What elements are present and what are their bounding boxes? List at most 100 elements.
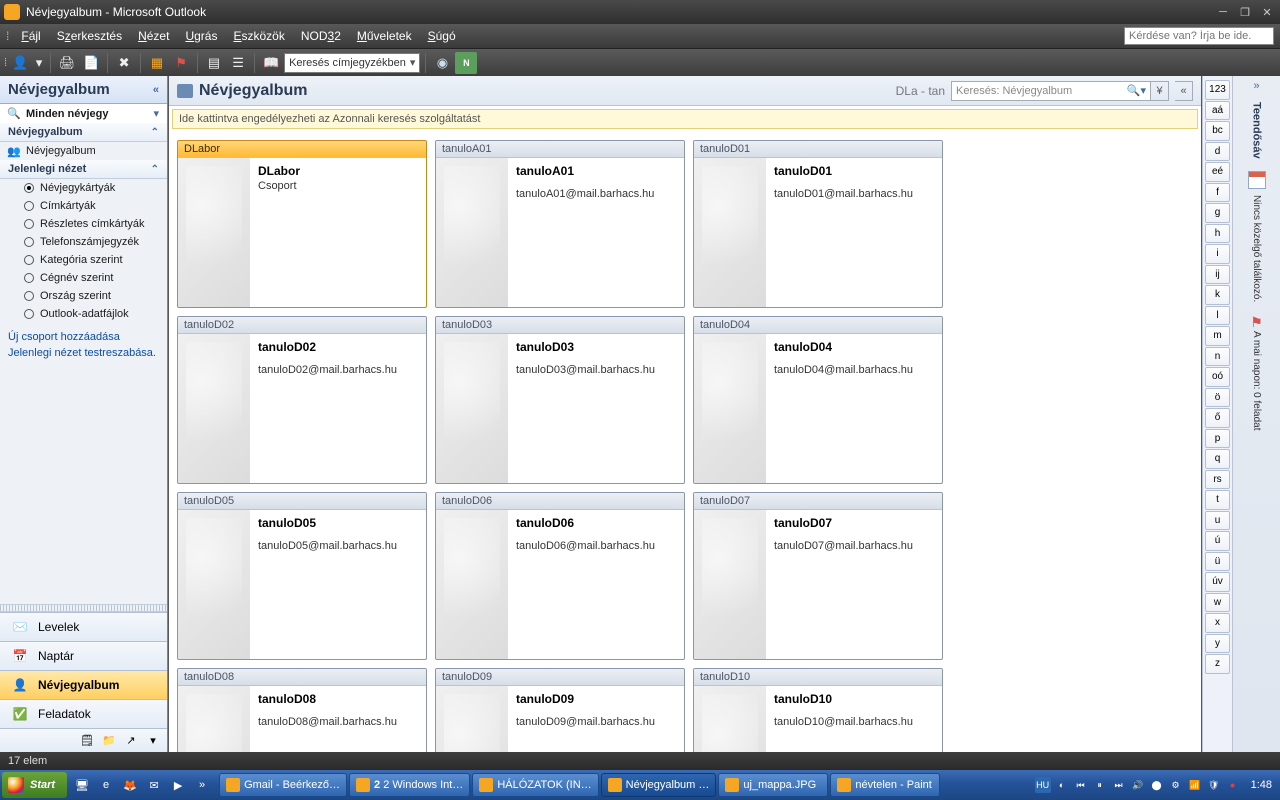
nav-splitter[interactable] xyxy=(0,604,167,612)
search-options-button[interactable]: ¥ xyxy=(1151,81,1169,101)
new-dropdown-button[interactable]: ▾ xyxy=(33,52,45,74)
contact-card[interactable]: tanuloD01tanuloD01tanuloD01@mail.barhacs… xyxy=(693,140,943,308)
contact-card[interactable]: tanuloD09tanuloD09tanuloD09@mail.barhacs… xyxy=(435,668,685,752)
alpha-ij[interactable]: ij xyxy=(1205,265,1230,285)
alpha-ö[interactable]: ö xyxy=(1205,388,1230,408)
alpha-aá[interactable]: aá xyxy=(1205,101,1230,121)
alpha-ő[interactable]: ő xyxy=(1205,408,1230,428)
start-button[interactable]: Start xyxy=(2,772,67,798)
alpha-w[interactable]: w xyxy=(1205,593,1230,613)
lang-indicator[interactable]: HU xyxy=(1035,777,1051,793)
mail-nav-button[interactable]: ✉️Levelek xyxy=(0,612,167,641)
alpha-t[interactable]: t xyxy=(1205,490,1230,510)
alpha-ú[interactable]: ú xyxy=(1205,531,1230,551)
alpha-p[interactable]: p xyxy=(1205,429,1230,449)
alpha-rs[interactable]: rs xyxy=(1205,470,1230,490)
configure-buttons[interactable]: ▾ xyxy=(145,733,161,749)
alpha-x[interactable]: x xyxy=(1205,613,1230,633)
alpha-g[interactable]: g xyxy=(1205,203,1230,223)
outlook-icon[interactable]: ✉ xyxy=(143,773,165,797)
alpha-n[interactable]: n xyxy=(1205,347,1230,367)
expand-todobar-button[interactable]: » xyxy=(1253,80,1259,92)
addressbook-search-input[interactable]: Keresés címjegyzékben ▾ xyxy=(284,53,420,73)
current-view-section[interactable]: Jelenlegi nézet ⌃ xyxy=(0,160,167,179)
clock[interactable]: 1:48 xyxy=(1245,779,1278,791)
alpha-f[interactable]: f xyxy=(1205,183,1230,203)
menu-nod32[interactable]: NOD32 xyxy=(293,26,349,46)
contacts-folder-item[interactable]: 👥 Névjegyalbum xyxy=(0,142,167,160)
show-desktop-icon[interactable]: 🖥 xyxy=(71,773,93,797)
view-option[interactable]: Telefonszámjegyzék xyxy=(0,233,167,251)
alpha-123[interactable]: 123 xyxy=(1205,80,1230,100)
contact-card[interactable]: DLaborDLaborCsoport xyxy=(177,140,427,308)
collapse-nav-button[interactable]: « xyxy=(153,84,159,96)
my-contacts-section[interactable]: Névjegyalbum ⌃ xyxy=(0,123,167,142)
alpha-ü[interactable]: ü xyxy=(1205,552,1230,572)
view-option[interactable]: Outlook-adatfájlok xyxy=(0,305,167,323)
new-contact-button[interactable]: 👤 xyxy=(9,52,31,74)
tray-prev-icon[interactable]: ⏮ xyxy=(1073,777,1089,793)
tray-icon[interactable]: ● xyxy=(1225,777,1241,793)
alpha-z[interactable]: z xyxy=(1205,654,1230,674)
categorize-button[interactable]: ▦ xyxy=(146,52,168,74)
menu-fájl[interactable]: Fájl xyxy=(13,26,48,46)
tray-icon[interactable]: ◐ xyxy=(1054,777,1070,793)
alpha-úv[interactable]: úv xyxy=(1205,572,1230,592)
addressbook-icon[interactable]: 📖 xyxy=(260,52,282,74)
alpha-l[interactable]: l xyxy=(1205,306,1230,326)
calendar-icon[interactable] xyxy=(1248,171,1266,189)
tray-icon[interactable]: ⬤ xyxy=(1149,777,1165,793)
folder-icon[interactable]: 📁 xyxy=(101,733,117,749)
firefox-icon[interactable]: 🦊 xyxy=(119,773,141,797)
chevron-icon[interactable]: » xyxy=(191,773,213,797)
calendar-nav-button[interactable]: 📅Naptár xyxy=(0,641,167,670)
maximize-button[interactable]: ❐ xyxy=(1236,5,1254,19)
close-button[interactable]: ✕ xyxy=(1258,5,1276,19)
customize-view-link[interactable]: Jelenlegi nézet testreszabása. xyxy=(8,345,159,361)
view-option[interactable]: Névjegykártyák xyxy=(0,179,167,197)
alpha-y[interactable]: y xyxy=(1205,634,1230,654)
contact-card[interactable]: tanuloD05tanuloD05tanuloD05@mail.barhacs… xyxy=(177,492,427,660)
alpha-k[interactable]: k xyxy=(1205,285,1230,305)
alpha-bc[interactable]: bc xyxy=(1205,121,1230,141)
nod32-button[interactable]: N xyxy=(455,52,477,74)
instant-search-infobar[interactable]: Ide kattintva engedélyezheti az Azonnali… xyxy=(172,109,1198,129)
alpha-m[interactable]: m xyxy=(1205,326,1230,346)
menu-szerkesztés[interactable]: Szerkesztés xyxy=(49,26,130,46)
contact-card[interactable]: tanuloA01tanuloA01tanuloA01@mail.barhacs… xyxy=(435,140,685,308)
view-option[interactable]: Címkártyák xyxy=(0,197,167,215)
taskbar-task[interactable]: Gmail - Beérkező… xyxy=(219,773,347,797)
move-button[interactable]: 📄 xyxy=(80,52,102,74)
list-view-button[interactable]: ☰ xyxy=(227,52,249,74)
tray-pause-icon[interactable]: ⏸ xyxy=(1092,777,1108,793)
tray-icon[interactable]: ⚙ xyxy=(1168,777,1184,793)
contact-card[interactable]: tanuloD03tanuloD03tanuloD03@mail.barhacs… xyxy=(435,316,685,484)
view-option[interactable]: Cégnév szerint xyxy=(0,269,167,287)
alpha-h[interactable]: h xyxy=(1205,224,1230,244)
view-option[interactable]: Ország szerint xyxy=(0,287,167,305)
alpha-i[interactable]: i xyxy=(1205,244,1230,264)
taskbar-task[interactable]: uj_mappa.JPG xyxy=(718,773,828,797)
all-contacts-item[interactable]: 🔍 Minden névjegy ▾ xyxy=(0,104,167,123)
media-player-icon[interactable]: ▶ xyxy=(167,773,189,797)
contact-card[interactable]: tanuloD02tanuloD02tanuloD02@mail.barhacs… xyxy=(177,316,427,484)
alpha-q[interactable]: q xyxy=(1205,449,1230,469)
contact-card[interactable]: tanuloD08tanuloD08tanuloD08@mail.barhacs… xyxy=(177,668,427,752)
contact-card[interactable]: tanuloD10tanuloD10tanuloD10@mail.barhacs… xyxy=(693,668,943,752)
view-option[interactable]: Kategória szerint xyxy=(0,251,167,269)
minimize-button[interactable]: ─ xyxy=(1214,5,1232,19)
tasks-nav-button[interactable]: ✅Feladatok xyxy=(0,699,167,728)
contacts-nav-button[interactable]: 👤Névjegyalbum xyxy=(0,670,167,699)
alpha-d[interactable]: d xyxy=(1205,142,1230,162)
menu-nézet[interactable]: Nézet xyxy=(130,26,177,46)
add-group-link[interactable]: Új csoport hozzáadása xyxy=(8,329,159,345)
tray-next-icon[interactable]: ⏭ xyxy=(1111,777,1127,793)
menu-műveletek[interactable]: Műveletek xyxy=(349,26,420,46)
alpha-eé[interactable]: eé xyxy=(1205,162,1230,182)
notes-icon[interactable]: 🗒 xyxy=(79,733,95,749)
help-question-input[interactable] xyxy=(1124,27,1274,45)
search-contacts-input[interactable]: Keresés: Névjegyalbum 🔍▾ xyxy=(951,81,1151,101)
alpha-oó[interactable]: oó xyxy=(1205,367,1230,387)
taskbar-task[interactable]: névtelen - Paint xyxy=(830,773,940,797)
contact-card[interactable]: tanuloD04tanuloD04tanuloD04@mail.barhacs… xyxy=(693,316,943,484)
